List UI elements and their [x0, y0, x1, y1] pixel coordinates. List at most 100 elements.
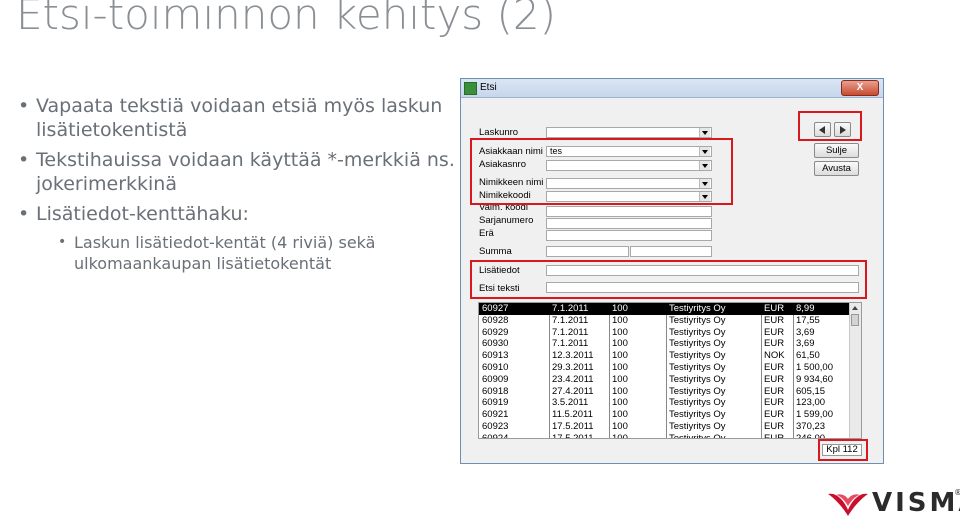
table-cell: Testiyritys Oy — [669, 373, 726, 385]
table-row[interactable]: 60928 7.1.2011 100 Testiyritys Oy EUR 17,55 — [479, 315, 861, 327]
visma-logo-icon — [828, 493, 868, 516]
table-cell: 60919 — [482, 397, 509, 409]
valm-koodi-field[interactable] — [546, 206, 712, 217]
label-laskunro: Laskunro — [479, 127, 519, 138]
table-cell: 246,00 — [796, 432, 826, 439]
app-icon — [464, 82, 477, 95]
table-row[interactable]: 60921 11.5.2011 100 Testiyritys Oy EUR 1 599,… — [479, 409, 861, 421]
table-cell: EUR — [764, 373, 785, 385]
logo-text: VISMA — [872, 488, 960, 518]
table-cell: 123,00 — [796, 397, 826, 409]
table-cell: 27.4.2011 — [552, 385, 594, 397]
table-cell: 7.1.2011 — [552, 326, 589, 338]
next-button[interactable] — [834, 122, 851, 137]
table-cell: 605,15 — [796, 385, 826, 397]
table-cell: 7.1.2011 — [552, 314, 589, 326]
table-cell: Testiyritys Oy — [669, 432, 726, 439]
table-row[interactable]: 60929 7.1.2011 100 Testiyritys Oy EUR 3,69 — [479, 327, 861, 339]
asiakasnro-select[interactable] — [546, 160, 712, 171]
table-cell: 17.5.2011 — [552, 420, 594, 432]
table-cell: 29.3.2011 — [552, 361, 594, 373]
summa-from-field[interactable] — [546, 246, 629, 257]
table-cell: 100 — [612, 385, 628, 397]
table-row[interactable]: 60924 17.5.2011 100 Testiyritys Oy EUR 246,00 — [479, 432, 861, 439]
table-cell: 60918 — [482, 385, 509, 397]
asiakkaan-nimi-field[interactable]: tes — [546, 146, 712, 157]
label-summa: Summa — [479, 246, 512, 257]
table-cell: 17,55 — [796, 314, 820, 326]
table-cell: 100 — [612, 373, 628, 385]
sarjanumero-field[interactable] — [546, 218, 712, 229]
label-era: Erä — [479, 228, 494, 239]
table-cell: Testiyritys Oy — [669, 326, 726, 338]
chevron-down-icon[interactable] — [699, 128, 710, 137]
chevron-down-icon[interactable] — [699, 161, 710, 170]
table-cell: 100 — [612, 409, 628, 421]
table-cell: Testiyritys Oy — [669, 361, 726, 373]
table-cell: 11.5.2011 — [552, 409, 593, 421]
table-row[interactable]: 60930 7.1.2011 100 Testiyritys Oy EUR 3,69 — [479, 338, 861, 350]
scroll-thumb[interactable] — [851, 314, 859, 326]
table-cell: 100 — [612, 350, 628, 362]
arrow-right-icon — [840, 125, 846, 134]
table-cell: EUR — [764, 361, 785, 373]
era-field[interactable] — [546, 230, 712, 241]
table-row[interactable]: 60910 29.3.2011 100 Testiyritys Oy EUR 1 500,… — [479, 362, 861, 374]
table-cell: 1 500,00 — [796, 361, 833, 373]
label-etsi-teksti: Etsi teksti — [479, 283, 520, 294]
logo-registered: ® — [954, 488, 960, 497]
label-asiakasnro: Asiakasnro — [479, 159, 526, 170]
visma-logo: VISMA ® — [826, 488, 960, 518]
table-cell: EUR — [764, 432, 785, 439]
laskunro-select[interactable] — [546, 127, 712, 138]
result-count: Kpl 112 — [822, 444, 862, 456]
table-cell: 100 — [612, 326, 628, 338]
nimikkeen-nimi-select[interactable] — [546, 178, 712, 189]
slide-title: Etsi-toiminnon kehitys (2) — [16, 0, 557, 39]
scroll-up-icon[interactable] — [851, 304, 859, 312]
table-cell: 1 599,00 — [796, 409, 833, 421]
table-cell: 3,69 — [796, 326, 815, 338]
results-list[interactable]: 60927 7.1.2011 100 Testiyritys Oy EUR 8,99 609… — [478, 302, 862, 439]
summa-to-field[interactable] — [630, 246, 712, 257]
table-cell: EUR — [764, 303, 785, 314]
table-cell: 100 — [612, 303, 628, 314]
table-cell: 60924 — [482, 432, 509, 439]
prev-button[interactable] — [814, 122, 831, 137]
sub-bullet: Laskun lisätiedot-kentät (4 riviä) sekä … — [16, 232, 456, 274]
table-cell: Testiyritys Oy — [669, 314, 726, 326]
chevron-down-icon[interactable] — [699, 192, 710, 201]
table-row[interactable]: 60923 17.5.2011 100 Testiyritys Oy EUR 370,23 — [479, 421, 861, 433]
lisatiedot-field[interactable] — [546, 265, 859, 276]
table-cell: 3.5.2011 — [552, 397, 589, 409]
chevron-down-icon[interactable] — [699, 179, 710, 188]
vertical-scrollbar[interactable] — [849, 303, 861, 438]
label-lisatiedot: Lisätiedot — [479, 265, 520, 276]
table-cell: 60909 — [482, 373, 509, 385]
dialog-title: Etsi — [480, 82, 497, 93]
table-cell: EUR — [764, 338, 785, 350]
table-cell: 60921 — [482, 409, 509, 421]
label-sarjanumero: Sarjanumero — [479, 215, 534, 226]
table-row[interactable]: 60918 27.4.2011 100 Testiyritys Oy EUR 605,15 — [479, 386, 861, 398]
table-row[interactable]: 60927 7.1.2011 100 Testiyritys Oy EUR 8,99 — [479, 303, 861, 315]
nimikekoodi-select[interactable] — [546, 191, 712, 202]
table-row[interactable]: 60909 23.4.2011 100 Testiyritys Oy EUR 9 934,… — [479, 374, 861, 386]
table-row[interactable]: 60919 3.5.2011 100 Testiyritys Oy EUR 123,00 — [479, 397, 861, 409]
table-cell: EUR — [764, 314, 785, 326]
table-cell: Testiyritys Oy — [669, 397, 726, 409]
help-button[interactable]: Avusta — [814, 161, 859, 176]
close-window-button[interactable]: X — [841, 80, 879, 96]
etsi-teksti-field[interactable] — [546, 282, 859, 293]
table-row[interactable]: 60913 12.3.2011 100 Testiyritys Oy NOK 61,50 — [479, 350, 861, 362]
close-button[interactable]: Sulje — [814, 143, 859, 158]
table-cell: Testiyritys Oy — [669, 350, 726, 362]
table-cell: 60928 — [482, 314, 509, 326]
table-cell: 61,50 — [796, 350, 820, 362]
table-cell: 7.1.2011 — [552, 303, 589, 314]
table-cell: Testiyritys Oy — [669, 409, 726, 421]
chevron-down-icon[interactable] — [699, 147, 710, 156]
table-cell: NOK — [764, 350, 785, 362]
table-cell: 60913 — [482, 350, 509, 362]
label-valm-koodi: Valm. koodi — [479, 202, 528, 213]
